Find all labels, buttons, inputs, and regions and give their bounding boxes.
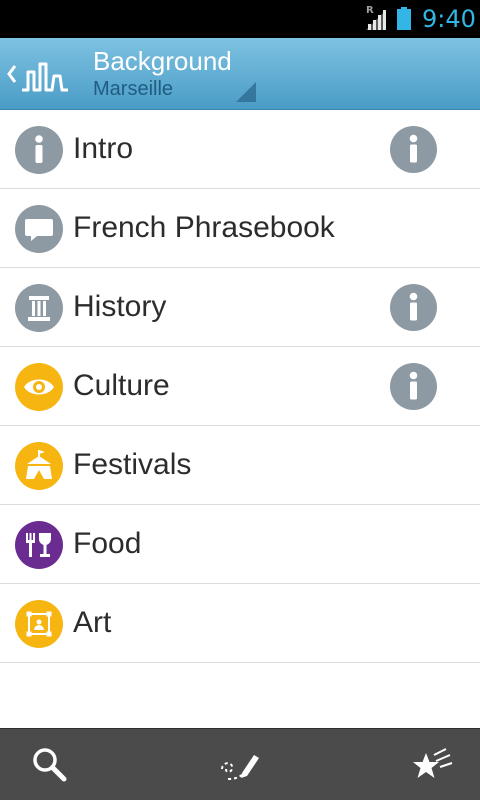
action-bar-subtitle[interactable]: Marseille — [93, 78, 173, 101]
list-item-history[interactable]: History — [0, 268, 480, 347]
list-item-label: French Phrasebook — [73, 211, 335, 244]
status-time: 9:40 — [422, 5, 476, 33]
list-item-label: History — [73, 290, 167, 323]
fork-wine-icon — [15, 521, 63, 569]
search-icon[interactable] — [28, 743, 72, 787]
list-item-french-phrasebook[interactable]: French Phrasebook — [0, 189, 480, 268]
list-item-label: Culture — [73, 369, 170, 402]
column-icon — [15, 284, 63, 332]
note-pencil-icon[interactable] — [218, 743, 262, 787]
tent-icon — [15, 442, 63, 490]
status-bar: R 9:40 — [0, 0, 480, 38]
list-item-label: Art — [73, 606, 112, 639]
favorites-star-icon[interactable] — [410, 743, 454, 787]
app-logo-icon[interactable] — [20, 56, 70, 92]
signal-icon — [366, 10, 386, 30]
info-icon — [15, 126, 63, 174]
spinner-corner-icon[interactable] — [236, 82, 256, 102]
action-bar-title[interactable]: Background — [93, 46, 232, 77]
picture-frame-icon — [15, 600, 63, 648]
info-button-icon[interactable] — [390, 126, 437, 173]
list-item-label: Festivals — [73, 448, 192, 481]
up-caret-icon[interactable] — [6, 62, 18, 86]
list-item-label: Food — [73, 527, 142, 560]
battery-icon — [397, 7, 411, 30]
speech-bubble-icon — [15, 205, 63, 253]
list-item-festivals[interactable]: Festivals — [0, 426, 480, 505]
list-item-art[interactable]: Art — [0, 584, 480, 663]
list-item-intro[interactable]: Intro — [0, 110, 480, 189]
info-button-icon[interactable] — [390, 363, 437, 410]
eye-icon — [15, 363, 63, 411]
bottom-bar — [0, 728, 480, 800]
action-bar: Background Marseille — [0, 38, 480, 110]
list-item-food[interactable]: Food — [0, 505, 480, 584]
content-list: Intro French Phrasebook History Culture … — [0, 110, 480, 663]
list-item-label: Intro — [73, 132, 134, 165]
list-item-culture[interactable]: Culture — [0, 347, 480, 426]
info-button-icon[interactable] — [390, 284, 437, 331]
